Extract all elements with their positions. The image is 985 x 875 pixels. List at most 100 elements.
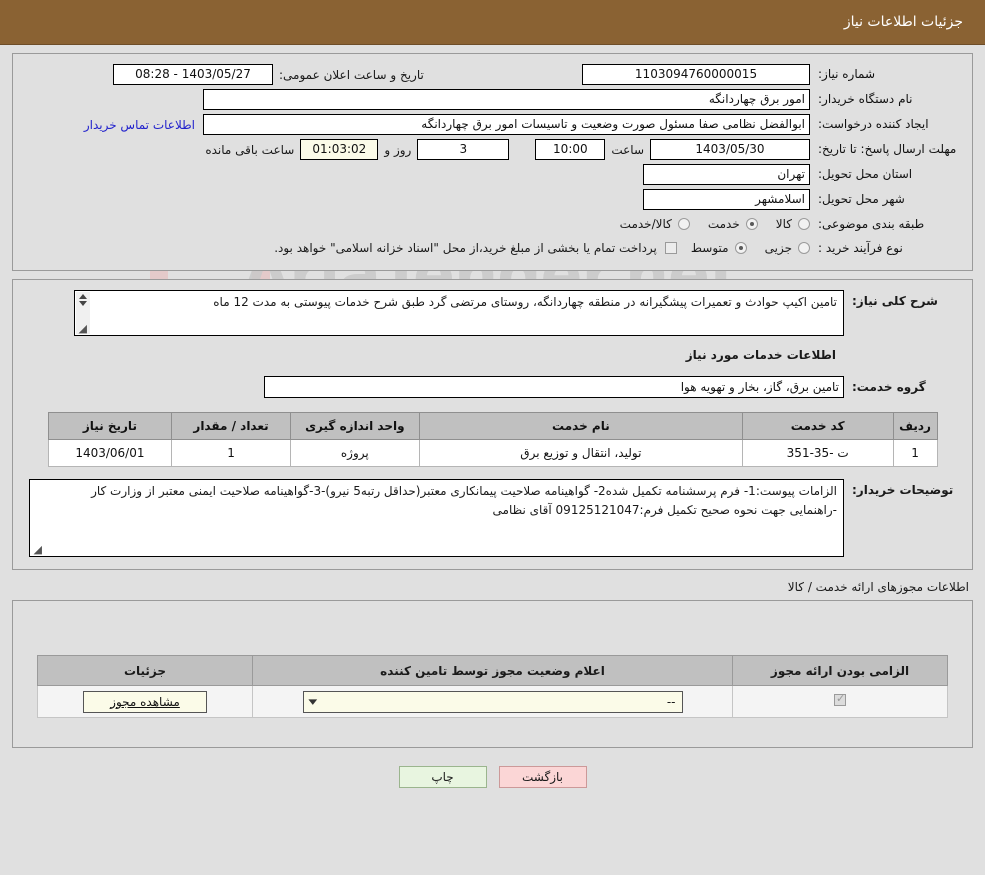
th-need-date: تاریخ نیاز bbox=[48, 413, 172, 440]
cell-radif: 1 bbox=[893, 440, 937, 467]
treasury-bonds-checkbox[interactable] bbox=[665, 242, 677, 254]
buyer-notes-textarea[interactable]: الزامات پیوست:1- فرم پرسشنامه تکمیل شده2… bbox=[29, 479, 844, 557]
cell-need-date: 1403/06/01 bbox=[48, 440, 172, 467]
cell-service-name: تولید، انتقال و توزیع برق bbox=[419, 440, 742, 467]
general-description-text: تامین اکیپ حوادث و تعمیرات پیشگیرانه در … bbox=[213, 295, 837, 309]
services-section-title: اطلاعات خدمات مورد نیاز bbox=[29, 348, 956, 362]
deadline-date-input[interactable]: 1403/05/30 bbox=[650, 139, 810, 160]
buyer-notes-line-1: الزامات پیوست:1- فرم پرسشنامه تکمیل شده2… bbox=[48, 482, 837, 501]
page-title: جزئیات اطلاعات نیاز bbox=[844, 14, 963, 30]
service-group-input[interactable]: تامین برق، گاز، بخار و تهویه هوا bbox=[264, 376, 844, 398]
need-number-input[interactable]: 1103094760000015 bbox=[582, 64, 810, 85]
table-row: 1 ت -35-351 تولید، انتقال و توزیع برق پر… bbox=[48, 440, 937, 467]
permits-section-title: اطلاعات مجوزهای ارائه خدمت / کالا bbox=[0, 580, 969, 594]
delivery-city-label: شهر محل تحویل: bbox=[810, 191, 962, 207]
delivery-city-input[interactable]: اسلامشهر bbox=[643, 189, 810, 210]
treasury-bonds-note: پرداخت تمام یا بخشی از مبلغ خرید،از محل … bbox=[274, 241, 665, 255]
row-delivery-province: استان محل تحویل: تهران bbox=[23, 162, 962, 187]
need-info-panel: شماره نیاز: 1103094760000015 تاریخ و ساع… bbox=[12, 53, 973, 271]
row-buyer-notes: توضیحات خریدار: الزامات پیوست:1- فرم پرس… bbox=[29, 479, 956, 557]
row-request-creator: ایجاد کننده درخواست: ابوالفضل نظامی صفا … bbox=[23, 112, 962, 137]
page-root: جزئیات اطلاعات نیاز شماره نیاز: 11030947… bbox=[0, 0, 985, 788]
deadline-hour-label: ساعت bbox=[605, 143, 650, 157]
deadline-hour-input[interactable]: 10:00 bbox=[535, 139, 605, 160]
purchase-process-radiogroup[interactable]: جزیی متوسط bbox=[677, 241, 810, 255]
cell-quantity: 1 bbox=[172, 440, 290, 467]
th-service-name: نام خدمت bbox=[419, 413, 742, 440]
radio-category-kala-khedmat[interactable] bbox=[678, 218, 690, 230]
request-creator-input[interactable]: ابوالفضل نظامی صفا مسئول صورت وضعیت و تا… bbox=[203, 114, 810, 135]
row-delivery-city: شهر محل تحویل: اسلامشهر bbox=[23, 187, 962, 212]
scroll-down-icon[interactable] bbox=[79, 301, 87, 306]
permit-status-select[interactable]: -- ▾ bbox=[303, 691, 683, 713]
page-header: جزئیات اطلاعات نیاز bbox=[0, 0, 985, 45]
th-permit-required: الزامی بودن ارائه مجوز bbox=[733, 656, 948, 686]
countdown-timer-value: 01:03:02 bbox=[300, 139, 378, 160]
cell-unit: پروژه bbox=[290, 440, 419, 467]
radio-category-kala[interactable] bbox=[798, 218, 810, 230]
th-permit-status: اعلام وضعیت مجوز توسط تامین کننده bbox=[253, 656, 733, 686]
notes-resize-handle-icon[interactable]: ◢ bbox=[32, 545, 42, 555]
general-description-textarea[interactable]: تامین اکیپ حوادث و تعمیرات پیشگیرانه در … bbox=[74, 290, 844, 336]
radio-process-motavaset[interactable] bbox=[735, 242, 747, 254]
th-service-code: کد خدمت bbox=[742, 413, 893, 440]
view-permit-button[interactable]: مشاهده مجوز bbox=[83, 691, 207, 713]
th-radif: ردیف bbox=[893, 413, 937, 440]
row-subject-category: طبقه بندی موضوعی: کالا خدمت کالا/خدمت bbox=[23, 212, 962, 236]
cell-service-code: ت -35-351 bbox=[742, 440, 893, 467]
permits-table-header-row: الزامی بودن ارائه مجوز اعلام وضعیت مجوز … bbox=[38, 656, 948, 686]
cell-permit-details: مشاهده مجوز bbox=[38, 686, 253, 718]
buyer-org-input[interactable]: امور برق چهاردانگه bbox=[203, 89, 810, 110]
general-description-label: شرح کلی نیاز: bbox=[844, 290, 956, 308]
permit-required-checkbox bbox=[834, 694, 846, 706]
permits-table: الزامی بودن ارائه مجوز اعلام وضعیت مجوز … bbox=[37, 655, 948, 718]
request-creator-label: ایجاد کننده درخواست: bbox=[810, 116, 962, 132]
delivery-province-input[interactable]: تهران bbox=[643, 164, 810, 185]
back-button[interactable]: بازگشت bbox=[499, 766, 587, 788]
radio-process-jozi[interactable] bbox=[798, 242, 810, 254]
purchase-process-label: نوع فرآیند خرید : bbox=[810, 240, 962, 256]
table-row: -- ▾ مشاهده مجوز bbox=[38, 686, 948, 718]
buyer-notes-line-2: -راهنمایی جهت نحوه صحیح تکمیل فرم:091251… bbox=[48, 501, 837, 520]
buyer-org-label: نام دستگاه خریدار: bbox=[810, 91, 962, 107]
radio-category-kala-khedmat-label: کالا/خدمت bbox=[620, 217, 672, 231]
need-number-label: شماره نیاز: bbox=[810, 66, 962, 82]
chevron-down-icon: ▾ bbox=[308, 695, 317, 708]
permit-status-value: -- bbox=[667, 695, 676, 709]
response-deadline-label: مهلت ارسال پاسخ: تا تاریخ: bbox=[810, 141, 962, 157]
radio-process-motavaset-label: متوسط bbox=[691, 241, 729, 255]
buyer-contact-link[interactable]: اطلاعات تماس خریدار bbox=[76, 118, 203, 132]
announce-date-label: تاریخ و ساعت اعلان عمومی: bbox=[273, 68, 430, 82]
services-panel: شرح کلی نیاز: تامین اکیپ حوادث و تعمیرات… bbox=[12, 279, 973, 570]
cell-permit-status: -- ▾ bbox=[253, 686, 733, 718]
th-permit-details: جزئیات bbox=[38, 656, 253, 686]
services-table: ردیف کد خدمت نام خدمت واحد اندازه گیری ت… bbox=[48, 412, 938, 467]
days-remaining-value: 3 bbox=[417, 139, 509, 160]
days-remaining-label: روز و bbox=[378, 143, 417, 157]
scroll-up-icon[interactable] bbox=[79, 294, 87, 299]
countdown-timer-label: ساعت باقی مانده bbox=[199, 143, 300, 157]
row-service-group: گروه خدمت: تامین برق، گاز، بخار و تهویه … bbox=[29, 376, 956, 398]
permits-panel: الزامی بودن ارائه مجوز اعلام وضعیت مجوز … bbox=[12, 600, 973, 748]
radio-category-kala-label: کالا bbox=[776, 217, 792, 231]
announce-date-input[interactable]: 1403/05/27 - 08:28 bbox=[113, 64, 273, 85]
th-unit: واحد اندازه گیری bbox=[290, 413, 419, 440]
delivery-province-label: استان محل تحویل: bbox=[810, 166, 962, 182]
footer-actions: بازگشت چاپ bbox=[0, 766, 985, 788]
service-group-label: گروه خدمت: bbox=[844, 380, 956, 394]
row-purchase-process: نوع فرآیند خرید : جزیی متوسط پرداخت تمام… bbox=[23, 236, 962, 260]
services-table-header-row: ردیف کد خدمت نام خدمت واحد اندازه گیری ت… bbox=[48, 413, 937, 440]
print-button[interactable]: چاپ bbox=[399, 766, 487, 788]
radio-process-jozi-label: جزیی bbox=[765, 241, 792, 255]
buyer-notes-label: توضیحات خریدار: bbox=[844, 479, 956, 497]
radio-category-khedmat[interactable] bbox=[746, 218, 758, 230]
resize-handle-icon[interactable]: ◢ bbox=[77, 324, 87, 334]
th-quantity: تعداد / مقدار bbox=[172, 413, 290, 440]
row-buyer-org: نام دستگاه خریدار: امور برق چهاردانگه bbox=[23, 87, 962, 112]
radio-category-khedmat-label: خدمت bbox=[708, 217, 740, 231]
cell-permit-required bbox=[733, 686, 948, 718]
row-need-number: شماره نیاز: 1103094760000015 تاریخ و ساع… bbox=[23, 62, 962, 87]
row-response-deadline: مهلت ارسال پاسخ: تا تاریخ: 1403/05/30 سا… bbox=[23, 137, 962, 162]
subject-category-radiogroup[interactable]: کالا خدمت کالا/خدمت bbox=[606, 217, 810, 231]
row-general-description: شرح کلی نیاز: تامین اکیپ حوادث و تعمیرات… bbox=[29, 290, 956, 336]
